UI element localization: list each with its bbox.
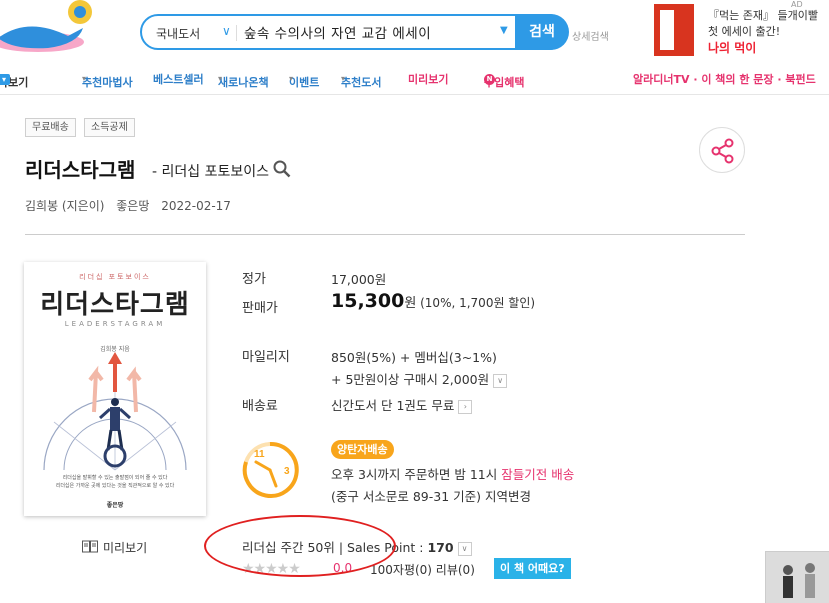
- chevron-down-icon[interactable]: ∨: [457, 541, 472, 556]
- chevron-down-icon[interactable]: ∨: [222, 24, 231, 38]
- ad-line-2: 첫 에세이 출간!: [708, 25, 781, 38]
- nav-right-links[interactable]: 알라디너TV · 이 책의 한 문장 · 북펀드: [633, 71, 816, 87]
- search-button[interactable]: 검색: [515, 14, 569, 50]
- sale-discount: (10%, 1,700원 할인): [416, 296, 536, 310]
- clock-3-label: 3: [284, 466, 290, 477]
- sale-price-label: 판매가: [242, 301, 278, 316]
- share-icon: [711, 138, 734, 164]
- main-nav: 아보기 ▾ 추천마법사 ▾ 베스트셀러 새로나온책 ▾ 이벤트 ▾ 추천도서 ▾ 미리보…: [0, 71, 816, 89]
- ad-book-image[interactable]: [654, 4, 694, 56]
- shipping-info: 신간도서 단 1권도 무료: [331, 398, 455, 413]
- nav-divider: [0, 94, 829, 95]
- mileage-2: + 5만원이상 구매시 2,000원: [331, 372, 490, 387]
- search-category[interactable]: 국내도서: [156, 25, 200, 42]
- author-link[interactable]: 김희봉 (지은이): [25, 199, 104, 213]
- list-price-label: 정가: [242, 272, 266, 287]
- list-price: 17,000원: [331, 272, 387, 287]
- book-subtitle: - 리더십 포토보이스: [152, 164, 269, 180]
- review-counts[interactable]: 100자평(0) 리뷰(0): [370, 561, 475, 578]
- delivery-link[interactable]: 잠들기전 배송: [501, 467, 574, 482]
- cover-illustration: [43, 352, 187, 471]
- book-title: 리더스타그램: [25, 158, 136, 182]
- sale-price: 15,300: [331, 290, 405, 312]
- ad-line-3: 나의 먹이: [708, 41, 757, 55]
- search-icon[interactable]: [273, 160, 291, 178]
- delivery-badge: 양탄자배송: [331, 440, 394, 459]
- delivery-line-2[interactable]: (중구 서소문로 89-31 기준) 지역변경: [331, 486, 531, 505]
- delivery-line-1: 오후 3시까지 주문하면 밤 11시 잠들기전 배송: [331, 467, 575, 482]
- preview-link[interactable]: 미리보기: [103, 539, 147, 556]
- mileage-1: 850원(5%) + 멤버십(3~1%): [331, 350, 497, 365]
- chevron-right-icon[interactable]: ›: [458, 399, 473, 414]
- annotation-circle: [204, 515, 396, 577]
- dropdown-caret-icon[interactable]: ▼: [500, 25, 508, 36]
- shipping-label: 배송료: [242, 399, 278, 414]
- cover-en-title: LEADERSTAGRAM: [64, 320, 166, 328]
- detail-search-link[interactable]: 상세검색: [572, 28, 609, 43]
- nav-item-6[interactable]: 미리보기: [408, 71, 448, 87]
- ad-label: AD: [791, 0, 803, 9]
- video-people-icon: [766, 552, 829, 603]
- sale-price-unit: 원: [404, 296, 417, 311]
- search-bar: 국내도서 ∨ 숲속 수의사의 자연 교감 에세이 ▼ 검색: [140, 14, 569, 50]
- book-meta: 김희봉 (지은이) 좋은땅 2022-02-17: [25, 197, 239, 214]
- book-open-icon[interactable]: [82, 540, 98, 553]
- mileage-label: 마일리지: [242, 350, 290, 365]
- search-input[interactable]: 숲속 수의사의 자연 교감 에세이: [244, 22, 431, 42]
- search-divider: [236, 25, 237, 41]
- mileage-2-group: + 5만원이상 구매시 2,000원 ∨: [331, 369, 508, 388]
- cover-top-text: 리더십 포토보이스: [79, 273, 151, 281]
- ad-line-1: 『먹는 존재』 들개이빨: [708, 9, 818, 22]
- new-badge-icon: N: [484, 74, 495, 85]
- chevron-down-icon: ▾: [0, 74, 10, 85]
- sales-point: 170: [427, 540, 454, 555]
- publish-date: 2022-02-17: [161, 199, 231, 213]
- aladin-lamp-logo[interactable]: [0, 0, 108, 60]
- site-header: 국내도서 ∨ 숲속 수의사의 자연 교감 에세이 ▼ 검색 상세검색 『먹는 존…: [0, 0, 829, 64]
- ad-banner[interactable]: 『먹는 존재』 들개이빨 첫 에세이 출간! 나의 먹이: [708, 8, 818, 56]
- shipping-group: 신간도서 단 1권도 무료 ›: [331, 395, 473, 414]
- nav-item-2[interactable]: 베스트셀러: [153, 71, 204, 87]
- video-thumbnail[interactable]: [765, 551, 829, 603]
- publisher-link[interactable]: 좋은땅: [116, 199, 149, 213]
- share-button[interactable]: [699, 127, 745, 173]
- book-cover[interactable]: 리더십 포토보이스 리더스타그램 LEADERSTAGRAM 김희봉 지음 리더…: [24, 262, 206, 516]
- clock-icon: 11 3: [242, 441, 299, 498]
- tag-free-shipping: 무료배송: [25, 118, 76, 137]
- cover-title: 리더스타그램: [40, 290, 190, 320]
- cover-description: 리더십을 발휘할 수 있는 출발점이 되어 줄 수 있다 리더십은 가까운 곳에…: [55, 475, 175, 489]
- book-opinion-button[interactable]: 이 책 어때요?: [494, 558, 571, 579]
- sale-price-group: 15,300원 (10%, 1,700원 할인): [331, 290, 535, 312]
- chevron-down-icon[interactable]: ∨: [493, 373, 508, 388]
- cover-publisher: 좋은땅: [106, 502, 124, 509]
- clock-11-label: 11: [254, 449, 265, 460]
- tag-tax-deduction: 소득공제: [84, 118, 135, 137]
- section-divider: [25, 234, 745, 235]
